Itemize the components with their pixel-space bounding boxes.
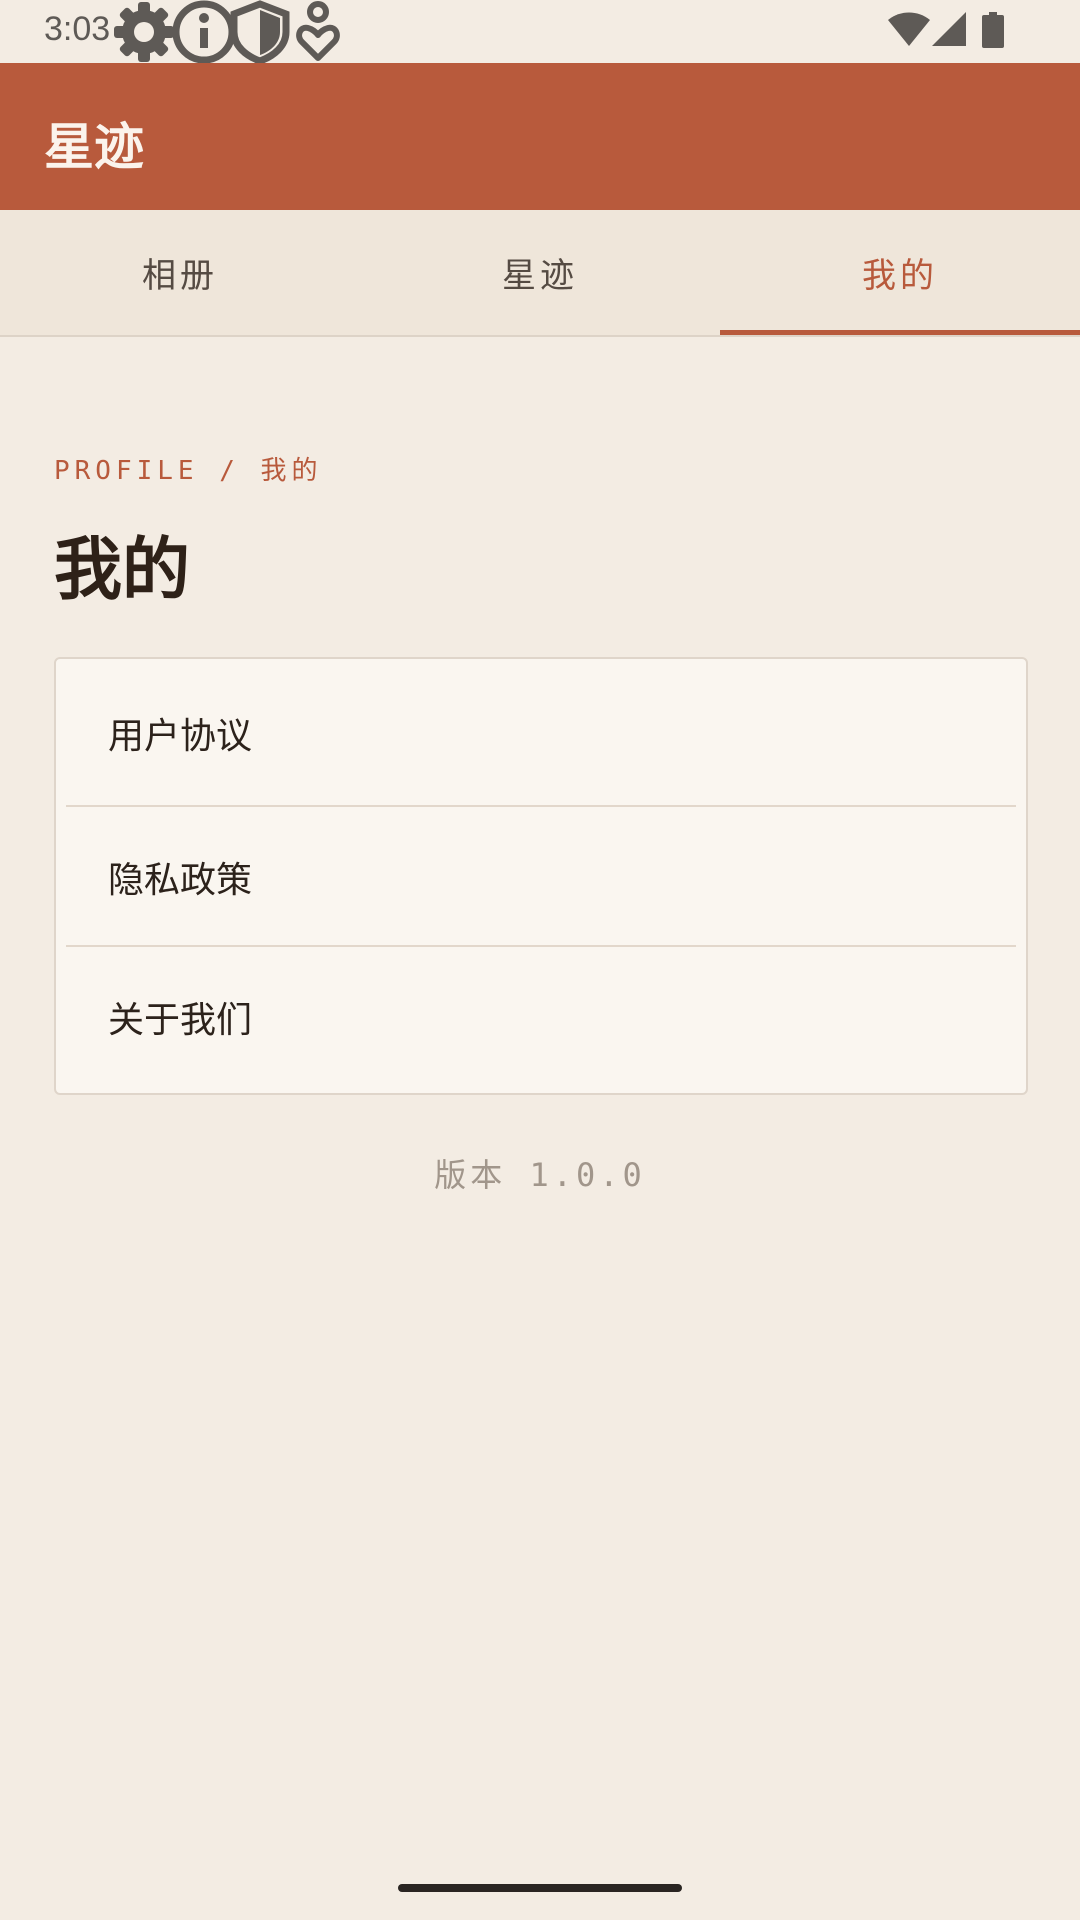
version-text: 版本 1.0.0 [434,1156,646,1194]
battery-icon [982,12,1004,48]
menu-item-label: 隐私政策 [108,860,253,901]
tab-profile[interactable]: 我的 [720,210,1080,335]
accessibility-icon [292,0,344,63]
menu-item-about-us[interactable]: 关于我们 [56,947,1026,1087]
section-eyebrow: PROFILE / 我的 [54,456,323,486]
tab-star-trail[interactable]: 星迹 [360,210,720,335]
menu-item-user-agreement[interactable]: 用户协议 [56,663,1026,803]
active-tab-indicator [720,330,1080,335]
menu-item-label: 关于我们 [108,1000,253,1041]
tab-profile-label: 我的 [862,256,938,296]
cell-signal-icon [932,12,966,46]
shield-icon [228,0,292,63]
page-title: 我的 [54,531,191,610]
menu-item-label: 用户协议 [108,716,253,757]
status-bar: 3:03 [0,0,1080,63]
tab-album-label: 相册 [142,256,218,296]
status-time: 3:03 [44,10,111,48]
wifi-icon [888,12,930,48]
home-indicator[interactable] [398,1884,682,1892]
tab-album[interactable]: 相册 [0,210,360,335]
app-bar: 星迹 [0,63,1080,210]
app-title: 星迹 [44,118,144,176]
tab-star-trail-label: 星迹 [502,256,578,296]
tab-bar: 相册 星迹 我的 [0,210,1080,337]
menu-card: 用户协议 隐私政策 关于我们 [54,657,1028,1095]
menu-item-privacy-policy[interactable]: 隐私政策 [56,807,1026,947]
